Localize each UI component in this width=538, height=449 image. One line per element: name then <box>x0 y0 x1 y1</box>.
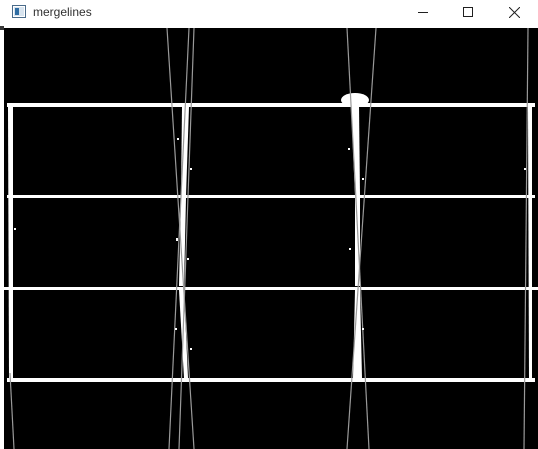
merged-lines-image <box>4 28 538 449</box>
image-canvas <box>4 28 538 449</box>
close-button[interactable] <box>491 0 537 24</box>
window-title: mergelines <box>33 5 92 19</box>
opencv-window-icon <box>12 5 26 18</box>
h-line-3 <box>4 287 538 290</box>
maximize-button[interactable] <box>445 0 491 24</box>
minimize-icon <box>418 7 428 17</box>
minimize-button[interactable] <box>400 0 446 24</box>
mergelines-window: mergelines <box>0 0 538 449</box>
title-bar[interactable]: mergelines <box>0 0 538 24</box>
h-line-1 <box>7 103 535 107</box>
close-icon <box>508 6 520 18</box>
h-line-4 <box>7 378 535 382</box>
maximize-icon <box>463 7 473 17</box>
h-line-2 <box>7 195 535 198</box>
